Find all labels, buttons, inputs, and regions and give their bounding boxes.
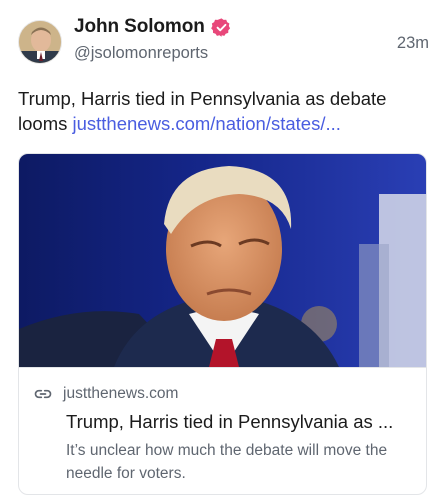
avatar[interactable]	[18, 20, 62, 64]
author-name[interactable]: John Solomon	[74, 16, 205, 38]
link-chain-icon	[33, 384, 53, 404]
post-timestamp: 23m	[396, 34, 429, 52]
author-handle[interactable]: @jsolomonreports	[74, 44, 208, 63]
card-domain-row: justthenews.com	[33, 384, 178, 404]
post-link[interactable]: justthenews.com/nation/states/...	[73, 113, 341, 134]
verified-badge-icon	[210, 17, 232, 38]
card-description: It’s unclear how much the debate will mo…	[66, 442, 388, 482]
card-image	[19, 154, 426, 367]
link-preview-card[interactable]: justthenews.com Trump, Harris tied in Pe…	[18, 153, 427, 495]
card-title[interactable]: Trump, Harris tied in Pennsylvania as ..…	[66, 409, 416, 435]
card-divider	[19, 367, 426, 368]
card-domain: justthenews.com	[63, 385, 179, 402]
post-text: Trump, Harris tied in Pennsylvania as de…	[18, 86, 423, 136]
name-row: John Solomon	[74, 16, 232, 38]
post-header: John Solomon @jsolomonreports 23m	[16, 14, 429, 70]
